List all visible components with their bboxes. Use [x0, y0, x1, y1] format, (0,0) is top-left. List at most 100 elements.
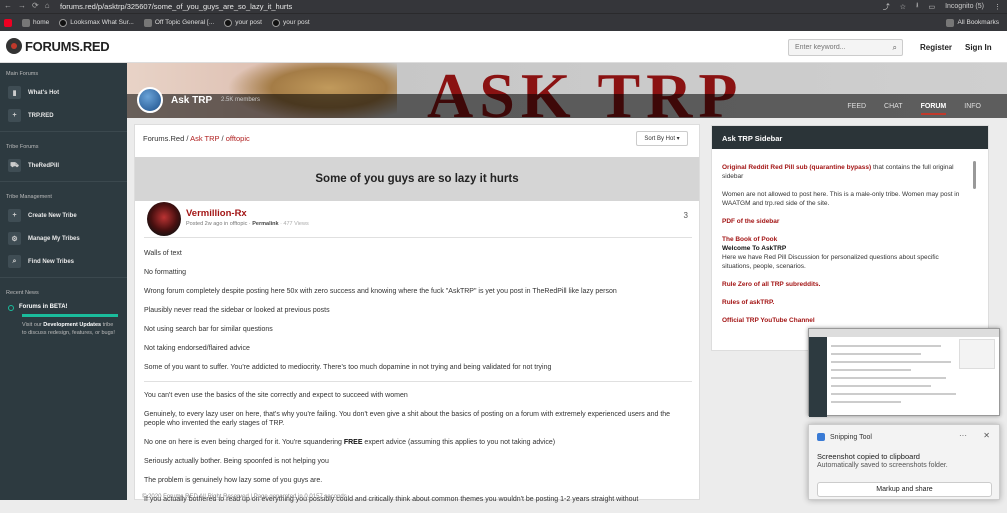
thumb-line: [831, 401, 901, 403]
crumb-tribe[interactable]: Ask TRP: [190, 134, 219, 143]
post-paragraph: Genuinely, to every lazy user on here, t…: [144, 411, 671, 427]
crumb-root[interactable]: Forums.Red: [143, 134, 184, 143]
news-description: Visit our Development Updates tribe to d…: [22, 322, 115, 336]
share-icon[interactable]: ⤴: [883, 2, 890, 12]
tribe-members: 2.5K members: [221, 97, 261, 103]
sidebar-item-whats-hot[interactable]: ▮ What's Hot: [0, 81, 127, 104]
incognito-label[interactable]: Incognito (5): [945, 3, 984, 10]
bookmark-your-post-2[interactable]: your post: [271, 18, 310, 27]
thumb-bar: [809, 329, 999, 337]
snipping-toast: Snipping Tool ··· ✕ Screenshot copied to…: [808, 424, 1000, 500]
thumb-line: [831, 393, 956, 395]
bookmark-your-post-1[interactable]: your post: [224, 18, 262, 27]
post-paragraph: Some of you want to suffer. You're addic…: [144, 364, 552, 371]
youtube-channel-link[interactable]: Official TRP YouTube Channel: [722, 316, 966, 325]
signin-link[interactable]: Sign In: [965, 43, 992, 52]
crumb-topic[interactable]: offtopic: [226, 134, 250, 143]
tribe-forums-heading: Tribe Forums: [6, 144, 39, 150]
author-name[interactable]: Vermillion-Rx: [186, 208, 247, 219]
news-item[interactable]: Forums in BETA!: [8, 304, 119, 311]
sort-button[interactable]: Sort By Hot ▾: [636, 131, 688, 146]
tab-info[interactable]: INFO: [964, 103, 981, 115]
tribe-name[interactable]: Ask TRP: [171, 95, 212, 106]
toast-title: Screenshot copied to clipboard: [817, 452, 920, 461]
bookmark-offtopic[interactable]: Off Topic General [...: [143, 18, 214, 27]
plus-icon: +: [8, 209, 21, 222]
folder-icon: [946, 18, 955, 27]
left-sidebar: Main Forums ▮ What's Hot + TRP.RED Tribe F…: [0, 63, 127, 500]
sidebar-item-find-tribes[interactable]: ⌕ Find New Tribes: [0, 250, 127, 273]
search-icon[interactable]: ⌕: [893, 43, 897, 53]
sidebar-divider: [0, 131, 127, 132]
quarantine-bypass-link[interactable]: Original Reddit Red Pill sub (quarantine…: [722, 164, 871, 171]
sidebar-item-trp-red[interactable]: + TRP.RED: [0, 104, 127, 127]
bookmark-looksmax[interactable]: Looksmax What Sur...: [59, 18, 134, 27]
welcome-text: Here we have Red Pill Discussion for per…: [722, 254, 939, 270]
rule-zero-link[interactable]: Rule Zero of all TRP subreddits.: [722, 280, 966, 289]
author-row: Vermillion-Rx Posted 2w ago in offtopic …: [147, 202, 697, 236]
youtube-icon[interactable]: [4, 18, 12, 27]
tribe-tabs: FEED CHAT FORUM INFO: [847, 103, 981, 115]
post-paragraph: No formatting: [144, 269, 187, 276]
book-of-pook-link[interactable]: The Book of Pook: [722, 235, 966, 244]
circle-icon: [271, 18, 280, 27]
tribe-sidebar: Ask TRP Sidebar Original Reddit Red Pill…: [711, 125, 989, 351]
page-footer: © 2020 Forums.RED All Right Reserved | P…: [142, 494, 347, 500]
menu-icon[interactable]: ⋮: [994, 3, 1001, 11]
avatar[interactable]: [147, 202, 181, 236]
divider: [144, 237, 692, 238]
chevron-down-icon: ▾: [676, 136, 680, 142]
register-link[interactable]: Register: [920, 43, 952, 52]
sidebar-item-manage-tribes[interactable]: ⚙ Manage My Tribes: [0, 227, 127, 250]
development-updates-link[interactable]: Development Updates: [43, 322, 101, 328]
tribe-avatar[interactable]: [137, 87, 163, 113]
divider: [144, 381, 692, 382]
car-icon: ⛟: [8, 159, 21, 172]
screenshot-thumbnail[interactable]: [808, 328, 1000, 417]
sidebar-rule-text: Women are not allowed to post here. This…: [722, 191, 960, 207]
scrollbar[interactable]: [973, 161, 976, 189]
sidebar-block: Original Reddit Red Pill sub (quarantine…: [722, 164, 954, 180]
tab-feed[interactable]: FEED: [847, 103, 866, 115]
bookmark-home[interactable]: home: [22, 18, 49, 27]
sidebar-item-theredpill[interactable]: ⛟ TheRedPill: [0, 154, 127, 177]
markup-share-button[interactable]: Markup and share: [817, 482, 992, 497]
search-input[interactable]: [789, 40, 884, 55]
more-icon[interactable]: ···: [959, 431, 967, 440]
breadcrumb: Forums.Red / Ask TRP / offtopic: [143, 134, 250, 143]
thumb-line: [831, 377, 946, 379]
sidebar-item-create-tribe[interactable]: + Create New Tribe: [0, 204, 127, 227]
thumb-line: [831, 345, 941, 347]
radio-dot-icon: [8, 305, 14, 311]
reply-count: 3: [683, 211, 688, 220]
sidebar-icon[interactable]: ▭: [928, 3, 935, 11]
plus-icon: +: [8, 109, 21, 122]
tab-forum[interactable]: FORUM: [920, 103, 947, 115]
trash-icon: ▮: [8, 86, 21, 99]
gear-icon: ⚙: [8, 232, 21, 245]
recent-news-heading: Recent News: [6, 290, 39, 296]
pdf-sidebar-link[interactable]: PDF of the sidebar: [722, 217, 966, 226]
site-header: FORUMS.RED ⌕ Register Sign In: [0, 31, 1007, 63]
sidebar-divider: [0, 277, 127, 278]
star-icon[interactable]: ☆: [900, 3, 906, 11]
bookmarks-bar: home Looksmax What Sur... Off Topic Gene…: [0, 13, 1007, 31]
main-forums-heading: Main Forums: [6, 71, 39, 77]
post-body: Walls of text No formatting Wrong forum …: [144, 248, 692, 513]
permalink-link[interactable]: Permalink: [252, 221, 278, 227]
site-logo[interactable]: FORUMS.RED: [6, 38, 110, 54]
rules-link[interactable]: Rules of askTRP.: [722, 298, 966, 307]
tab-chat[interactable]: CHAT: [884, 103, 903, 115]
browser-nav-icons[interactable]: ←→⟳⌂: [4, 1, 56, 10]
close-icon[interactable]: ✕: [983, 431, 990, 440]
all-bookmarks[interactable]: All Bookmarks: [946, 18, 999, 27]
post-paragraph: Seriously actually bother. Being spoonfe…: [144, 458, 329, 465]
post-paragraph: You can't even use the basics of the sit…: [144, 392, 408, 399]
address-bar[interactable]: forums.red/p/asktrp/325607/some_of_you_g…: [60, 1, 840, 12]
thumb-line: [831, 369, 911, 371]
circle-icon: [224, 18, 233, 27]
thumb-panel: [959, 339, 995, 369]
download-icon[interactable]: ⭳: [916, 1, 918, 12]
sidebar-content: Original Reddit Red Pill sub (quarantine…: [712, 149, 988, 325]
post-paragraph: Plausibly never read the sidebar or look…: [144, 307, 330, 314]
